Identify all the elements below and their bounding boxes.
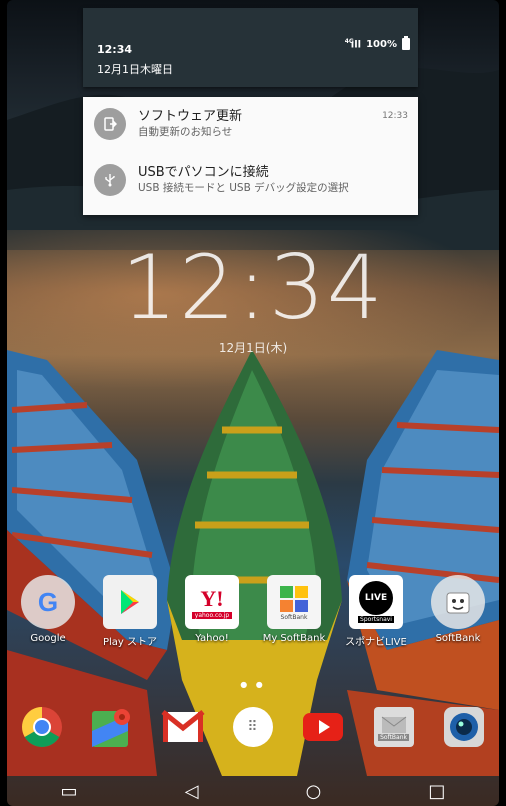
google-folder-icon: G [21, 575, 75, 629]
notification-title: ソフトウェア更新 [138, 109, 243, 124]
notification-text: USB 接続モードと USB デバッグ設定の選択 [138, 182, 349, 194]
app-play-store[interactable]: Play ストア [89, 575, 171, 648]
app-label: SoftBank [435, 633, 481, 644]
yahoo-icon: Y! yahoo.co.jp [185, 575, 239, 629]
svg-text:G: G [38, 587, 58, 617]
live-badge: LIVE [364, 593, 388, 603]
navigation-bar: ▭ ◁ ○ □ [7, 776, 499, 806]
status-icons: 4Gıll 100% [344, 36, 410, 51]
camera-icon[interactable] [439, 702, 489, 752]
notification-title: USBでパソコンに接続 [138, 165, 269, 180]
softbank-mail-icon[interactable]: SoftBank [369, 702, 419, 752]
app-label: Play ストア [102, 637, 158, 648]
app-yahoo[interactable]: Y! yahoo.co.jp Yahoo! [171, 575, 253, 648]
notification-shade-header[interactable]: 12:34 12月1日木曜日 4Gıll 100% [83, 8, 418, 87]
home-app-row: G Google Play ストア Y! yahoo.co.jp Yahoo! [7, 575, 499, 648]
lockscreen-date: 12月1日(木) [218, 341, 288, 355]
battery-level: 100% [366, 38, 397, 50]
yahoo-badge: yahoo.co.jp [191, 611, 233, 619]
lockscreen-clock: 12:34 [121, 236, 385, 339]
screenshot-icon[interactable]: ▭ [61, 781, 78, 802]
play-store-icon [103, 575, 157, 629]
maps-icon[interactable] [87, 702, 137, 752]
chrome-icon[interactable] [17, 702, 67, 752]
battery-icon [402, 36, 410, 51]
sponavi-live-icon: LIVE Sportsnavi [349, 575, 403, 629]
back-button[interactable]: ◁ [185, 781, 199, 802]
app-label: Google [30, 633, 66, 644]
home-button[interactable]: ○ [306, 781, 322, 802]
softbank-badge: SoftBank [280, 613, 308, 621]
sportsnavi-badge: Sportsnavi [358, 616, 394, 623]
shade-date: 12月1日木曜日 [97, 63, 173, 76]
notification-time: 12:33 [382, 111, 408, 121]
app-my-softbank[interactable]: SoftBank My SoftBank [253, 575, 335, 648]
notification-list: ソフトウェア更新 自動更新のお知らせ 12:33 USBでパソコンに接続 USB… [83, 97, 418, 215]
app-label: スポナビLIVE [345, 637, 407, 648]
app-label: Yahoo! [195, 633, 229, 644]
app-google-folder[interactable]: G Google [7, 575, 89, 648]
system-update-icon [94, 108, 126, 140]
gmail-icon[interactable] [158, 702, 208, 752]
recents-button[interactable]: □ [428, 781, 445, 802]
softbank-folder-icon [431, 575, 485, 629]
dock: ⠿ SoftBank [7, 702, 499, 752]
notification-usb[interactable]: USBでパソコンに接続 USB 接続モードと USB デバッグ設定の選択 [83, 153, 418, 209]
notification-software-update[interactable]: ソフトウェア更新 自動更新のお知らせ 12:33 [83, 97, 418, 153]
app-sponavi-live[interactable]: LIVE Sportsnavi スポナビLIVE [335, 575, 417, 648]
signal-icon: 4Gıll [344, 38, 362, 51]
youtube-icon[interactable] [298, 702, 348, 752]
usb-icon [94, 164, 126, 196]
notification-text: 自動更新のお知らせ [138, 126, 233, 138]
shade-time: 12:34 [97, 43, 133, 56]
app-drawer-icon[interactable]: ⠿ [228, 702, 278, 752]
app-softbank-folder[interactable]: SoftBank [417, 575, 499, 648]
my-softbank-icon: SoftBank [267, 575, 321, 629]
softbank-mail-badge: SoftBank [378, 733, 409, 741]
app-label: My SoftBank [262, 633, 326, 644]
page-indicator: ● ● [240, 680, 266, 689]
